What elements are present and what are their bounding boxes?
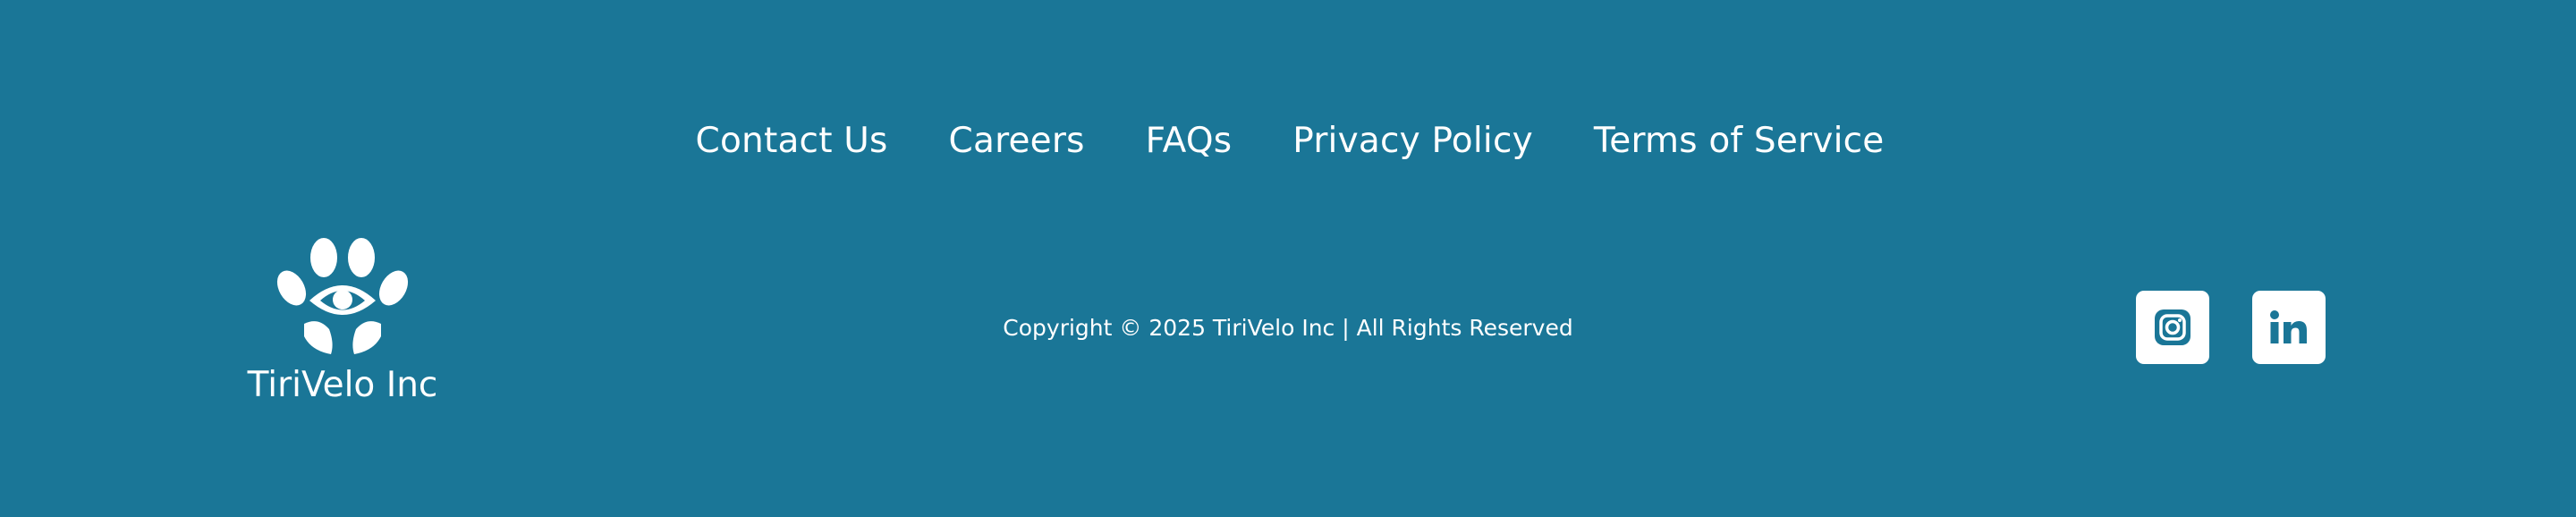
nav-link-terms-of-service[interactable]: Terms of Service bbox=[1594, 114, 1885, 168]
footer-nav: Contact Us Careers FAQs Privacy Policy T… bbox=[0, 114, 2576, 168]
social-links bbox=[2136, 291, 2326, 364]
brand-name: TiriVelo Inc bbox=[247, 365, 438, 405]
copyright-label: Copyright © 2025 TiriVelo Inc | All Righ… bbox=[1003, 315, 1573, 341]
nav-link-careers[interactable]: Careers bbox=[949, 114, 1085, 168]
linkedin-icon bbox=[2270, 310, 2307, 343]
nav-link-contact-us[interactable]: Contact Us bbox=[696, 114, 888, 168]
nav-link-privacy-policy[interactable]: Privacy Policy bbox=[1292, 114, 1533, 168]
instagram-button[interactable] bbox=[2136, 291, 2209, 364]
linkedin-button[interactable] bbox=[2252, 291, 2326, 364]
nav-link-faqs[interactable]: FAQs bbox=[1146, 114, 1233, 168]
site-footer: Contact Us Careers FAQs Privacy Policy T… bbox=[0, 0, 2576, 517]
instagram-icon bbox=[2155, 309, 2190, 345]
